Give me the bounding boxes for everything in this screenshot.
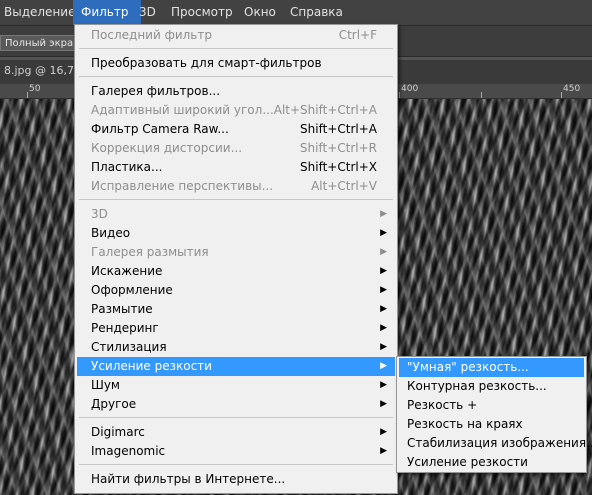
submenu-arrow-icon: ▶ [380, 361, 387, 371]
submenu-arrow-icon: ▶ [380, 228, 387, 238]
filter-menu: Последний фильтр Ctrl+F Преобразовать дл… [74, 24, 398, 494]
menu-item-label: Искажение [91, 264, 163, 278]
vanishing-point-item: Исправление перспективы... Alt+Ctrl+V [77, 177, 395, 196]
submenu-arrow-icon: ▶ [380, 285, 387, 295]
sharpen-submenu: "Умная" резкость... Контурная резкость..… [396, 356, 592, 473]
menu-item-label: Размытие [91, 302, 153, 316]
submenu-imagenomic-item[interactable]: Imagenomic ▶ [77, 442, 395, 461]
menu-item-label: Галерея размытия [91, 245, 209, 259]
submenu-arrow-icon: ▶ [380, 247, 387, 257]
menu-item-shortcut: Ctrl+F [338, 28, 377, 42]
ruler-tick [561, 92, 562, 98]
menu-item-label: Пластика... [91, 160, 163, 174]
menu-separator [79, 199, 393, 200]
shake-reduction-item[interactable]: Стабилизация изображения... [399, 434, 592, 453]
submenu-video-item[interactable]: Видео ▶ [77, 224, 395, 243]
menu-view[interactable]: Просмотр [171, 0, 233, 25]
liquify-item[interactable]: Пластика... Shift+Ctrl+X [77, 158, 395, 177]
filter-gallery-item[interactable]: Галерея фильтров... [77, 82, 395, 101]
sharpen-edges-item[interactable]: Резкость на краях [399, 415, 584, 434]
menu-item-label: Контурная резкость... [407, 379, 547, 393]
submenu-arrow-icon: ▶ [380, 266, 387, 276]
submenu-digimarc-item[interactable]: Digimarc ▶ [77, 423, 395, 442]
sharpen-item[interactable]: Усиление резкости [399, 453, 584, 472]
submenu-arrow-icon: ▶ [380, 427, 387, 437]
submenu-3d-item: 3D ▶ [77, 205, 395, 224]
submenu-sharpen-item[interactable]: Усиление резкости ▶ [77, 357, 395, 376]
menu-item-label: Адаптивный широкий угол... [91, 103, 274, 117]
menu-item-label: Imagenomic [91, 444, 166, 458]
submenu-arrow-icon: ▶ [380, 399, 387, 409]
menu-item-label: Коррекция дисторсии... [91, 141, 243, 155]
ruler-label: 450 [563, 84, 581, 94]
document-tab[interactable]: 8.jpg @ 16,7% [4, 64, 84, 77]
menu-item-label: 3D [91, 207, 108, 221]
submenu-arrow-icon: ▶ [380, 209, 387, 219]
browse-filters-online-item[interactable]: Найти фильтры в Интернете... [77, 470, 395, 489]
submenu-blur-gallery-item: Галерея размытия ▶ [77, 243, 395, 262]
convert-smart-filters-item[interactable]: Преобразовать для смарт-фильтров [77, 54, 395, 73]
menu-item-label: Стилизация [91, 340, 167, 354]
menu-filter[interactable]: Фильтр [73, 0, 141, 25]
ruler-tick [27, 92, 28, 98]
menu-item-label: Шум [91, 378, 120, 392]
menu-item-label: Видео [91, 226, 131, 240]
menu-item-shortcut: Alt+Ctrl+V [311, 179, 377, 193]
menu-item-label: Галерея фильтров... [91, 84, 221, 98]
menu-item-label: Усиление резкости [407, 455, 528, 469]
menu-separator [79, 48, 393, 49]
menu-item-label: Резкость на краях [407, 417, 523, 431]
ruler-label: 50 [29, 84, 41, 94]
ruler-tick [481, 92, 482, 98]
submenu-noise-item[interactable]: Шум ▶ [77, 376, 395, 395]
menu-item-shortcut: Shift+Ctrl+A [300, 122, 377, 136]
menu-separator [79, 464, 393, 465]
submenu-arrow-icon: ▶ [380, 323, 387, 333]
menu-item-shortcut: Alt+Shift+Ctrl+A [273, 103, 377, 117]
submenu-distort-item[interactable]: Искажение ▶ [77, 262, 395, 281]
menu-item-label: Оформление [91, 283, 173, 297]
adaptive-wide-angle-item: Адаптивный широкий угол... Alt+Shift+Ctr… [77, 101, 395, 120]
menu-3d[interactable]: 3D [139, 0, 156, 25]
menu-item-shortcut: Shift+Ctrl+X [300, 160, 377, 174]
submenu-arrow-icon: ▶ [380, 304, 387, 314]
menu-item-label: Другое [91, 397, 137, 411]
fullscreen-button[interactable]: Полный экран [0, 35, 78, 51]
menu-item-label: Digimarc [91, 425, 145, 439]
camera-raw-item[interactable]: Фильтр Camera Raw... Shift+Ctrl+A [77, 120, 395, 139]
menu-item-label: Найти фильтры в Интернете... [91, 472, 286, 486]
menu-item-label: "Умная" резкость... [407, 360, 529, 374]
menu-item-label: Последний фильтр [91, 28, 212, 42]
submenu-other-item[interactable]: Другое ▶ [77, 395, 395, 414]
menu-select[interactable]: Выделение [4, 0, 75, 25]
menu-item-label: Резкость + [407, 398, 478, 412]
submenu-stylize-item[interactable]: Стилизация ▶ [77, 338, 395, 357]
submenu-arrow-icon: ▶ [380, 446, 387, 456]
sharpen-more-item[interactable]: Резкость + [399, 396, 584, 415]
submenu-pixelate-item[interactable]: Оформление ▶ [77, 281, 395, 300]
ruler-tick [399, 92, 400, 98]
menu-item-label: Исправление перспективы... [91, 179, 274, 193]
smart-sharpen-item[interactable]: "Умная" резкость... [399, 358, 584, 377]
ruler-label: 400 [401, 84, 419, 94]
menu-separator [79, 76, 393, 77]
last-filter-item: Последний фильтр Ctrl+F [77, 26, 395, 45]
menu-help[interactable]: Справка [290, 0, 343, 25]
menu-bar: Выделение Фильтр 3D Просмотр Окно Справк… [0, 0, 592, 26]
menu-item-label: Рендеринг [91, 321, 159, 335]
unsharp-mask-item[interactable]: Контурная резкость... [399, 377, 584, 396]
menu-window[interactable]: Окно [244, 0, 276, 25]
menu-item-shortcut: Shift+Ctrl+R [299, 141, 377, 155]
menu-item-label: Преобразовать для смарт-фильтров [91, 56, 322, 70]
submenu-arrow-icon: ▶ [380, 380, 387, 390]
lens-correction-item: Коррекция дисторсии... Shift+Ctrl+R [77, 139, 395, 158]
submenu-arrow-icon: ▶ [380, 342, 387, 352]
menu-separator [79, 417, 393, 418]
submenu-blur-item[interactable]: Размытие ▶ [77, 300, 395, 319]
menu-item-label: Стабилизация изображения... [407, 436, 592, 450]
submenu-render-item[interactable]: Рендеринг ▶ [77, 319, 395, 338]
menu-item-label: Усиление резкости [91, 359, 212, 373]
menu-item-label: Фильтр Camera Raw... [91, 122, 229, 136]
